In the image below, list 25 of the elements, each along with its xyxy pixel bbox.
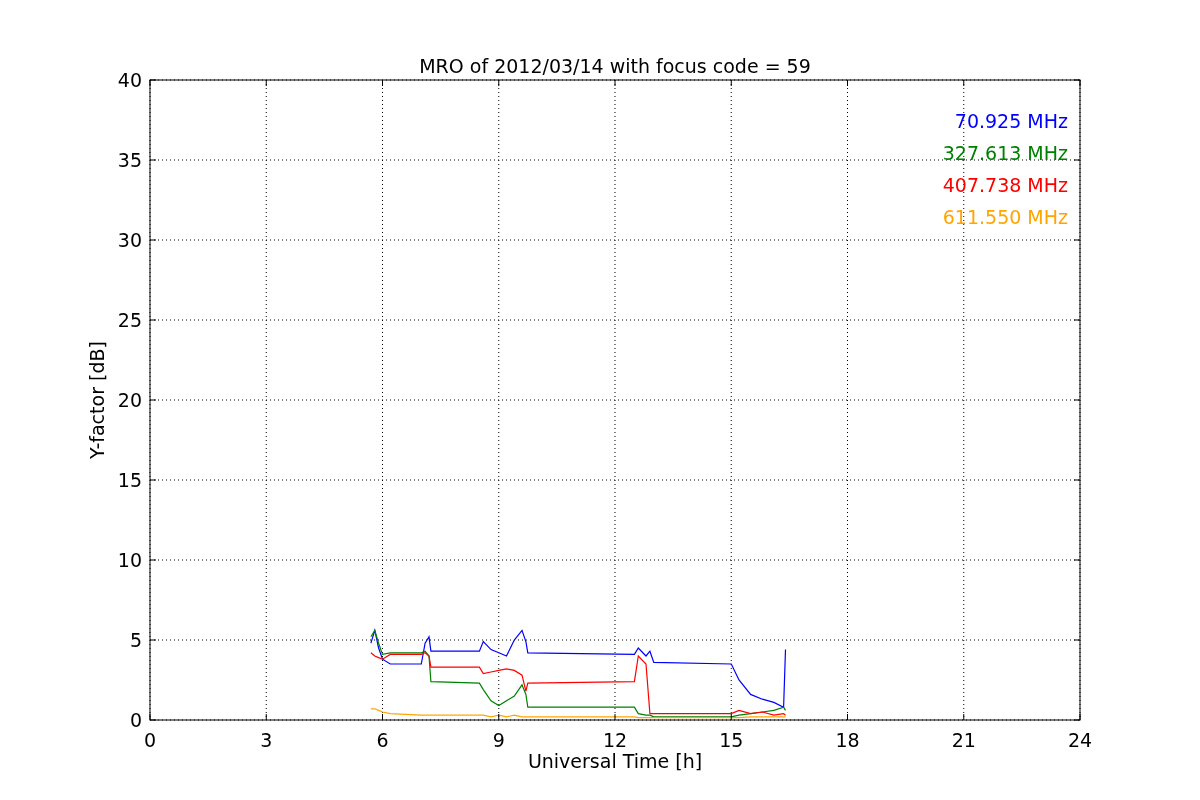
tick-label: 40 <box>117 69 142 91</box>
tick-label: 0 <box>129 709 142 731</box>
tick-label: 18 <box>835 729 860 751</box>
tick-label: 30 <box>117 229 142 251</box>
tick-label: 21 <box>951 729 976 751</box>
axis-label: Universal Time [h] <box>527 750 703 772</box>
tick-label: 24 <box>1067 729 1093 751</box>
tick-label: 3 <box>260 729 273 751</box>
tick-label: 15 <box>117 469 142 491</box>
tick-label: 9 <box>492 729 505 751</box>
tick-label: 10 <box>117 549 142 571</box>
legend-label: 407.738 MHz <box>942 174 1068 196</box>
tick-label: 5 <box>129 629 142 651</box>
tick-label: 35 <box>117 149 142 171</box>
tick-label: 25 <box>117 309 142 331</box>
tick-label: 20 <box>117 389 142 411</box>
tick-label: 6 <box>376 729 389 751</box>
legend-label: 70.925 MHz <box>954 110 1068 132</box>
tick-label: 0 <box>143 729 157 751</box>
tick-label: 12 <box>602 729 628 751</box>
tick-label: 15 <box>719 729 744 751</box>
chart-title: MRO of 2012/03/14 with focus code = 59 <box>419 55 811 77</box>
legend-label: 327.613 MHz <box>942 142 1068 164</box>
axis-label: Y-factor [dB] <box>86 341 108 459</box>
legend-label: 611.550 MHz <box>942 206 1068 228</box>
